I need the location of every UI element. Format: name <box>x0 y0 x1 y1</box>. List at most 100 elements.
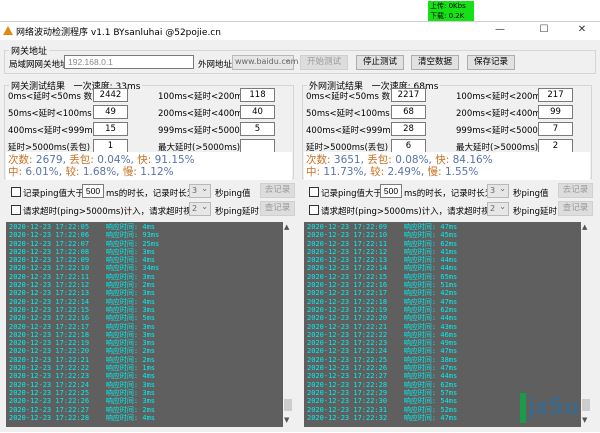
medium-label: 中: <box>306 166 321 178</box>
log-line: 2020-12-23 17:22:28 响应时间: 62ms <box>307 380 458 389</box>
download-speed: 下载: 0.2K <box>430 12 465 20</box>
log-line: 2020-12-23 17:22:14 响应时间: 4ms <box>9 297 156 306</box>
log-line: 2020-12-23 17:22:21 响应时间: 2ms <box>9 355 156 364</box>
ping-threshold-input[interactable] <box>82 184 104 198</box>
range-count: 99 <box>538 105 573 119</box>
slow-value: 1.12% <box>140 166 174 178</box>
range-label: 50ms<延时<100ms 数: <box>306 109 404 119</box>
stats-box: 次数: 2679, 丢包: 0.04%, 快: 91.15% 中: 6.01%,… <box>6 152 292 180</box>
log-line: 2020-12-23 17:22:12 响应时间: 41ms <box>307 247 458 256</box>
record-duration-select[interactable]: 3 <box>189 183 211 198</box>
log-line: 2020-12-23 17:22:24 响应时间: 3ms <box>9 380 156 389</box>
log-line: 2020-12-23 17:22:06 响应时间: 93ms <box>9 231 160 240</box>
range-count: 1 <box>93 139 128 153</box>
slower-value: 2.49%, <box>387 166 425 178</box>
upload-speed: 上传: 0Kbs <box>430 2 466 10</box>
fast-value: 84.16% <box>452 154 493 166</box>
range-count: 6 <box>391 139 426 153</box>
record-ping-checkbox[interactable] <box>11 187 21 197</box>
range-count: 49 <box>93 105 128 119</box>
view-record-button[interactable]: 查记录 <box>260 201 295 216</box>
range-count: 118 <box>240 88 275 102</box>
log-line: 2020-12-23 17:22:24 响应时间: 47ms <box>307 347 458 356</box>
count-label: 次数: <box>8 154 33 166</box>
log-line: 2020-12-23 17:22:26 响应时间: 3ms <box>9 397 156 406</box>
record-ping-label: 记录ping值大于 <box>23 189 85 199</box>
slower-label: 较: <box>65 166 80 178</box>
range-count: 40 <box>240 105 275 119</box>
view-record-button[interactable]: 查记录 <box>558 201 593 216</box>
medium-label: 中: <box>8 166 23 178</box>
scroll-up-icon[interactable]: ▲ <box>582 223 587 231</box>
timeout-count-checkbox[interactable] <box>309 205 319 215</box>
log-line: 2020-12-23 17:22:16 响应时间: 5ms <box>9 314 156 323</box>
timeout-count-checkbox[interactable] <box>11 205 21 215</box>
slower-label: 较: <box>370 166 385 178</box>
log-line: 2020-12-23 17:22:25 响应时间: 3ms <box>9 388 156 397</box>
range-count: 5 <box>240 122 275 136</box>
log-line: 2020-12-23 17:22:20 响应时间: 44ms <box>307 314 458 323</box>
loss-value: 0.08%, <box>395 154 432 166</box>
log-scrollbar[interactable]: ▲ ▼ <box>581 222 591 427</box>
fast-label: 快: <box>435 154 450 166</box>
ping-seconds-label: 秒ping值 <box>215 189 251 199</box>
go-record-button[interactable]: 去记录 <box>558 183 593 198</box>
record-duration-label: ms的时长，记录时长为 <box>404 189 494 199</box>
range-count: 2442 <box>93 88 128 102</box>
scroll-up-icon[interactable]: ▲ <box>284 223 289 231</box>
timeout-label: 请求超时(ping>5000ms)计入，请求超时视为 <box>23 207 201 217</box>
go-record-button[interactable]: 去记录 <box>260 183 295 198</box>
loss-value: 0.04%, <box>97 154 134 166</box>
scroll-down-icon[interactable]: ▼ <box>284 416 289 424</box>
slower-value: 1.68%, <box>82 166 120 178</box>
timeout-delay-label: 秒ping延时 <box>215 207 260 217</box>
fast-value: 91.15% <box>154 154 195 166</box>
log-line: 2020-12-23 17:22:22 响应时间: 46ms <box>307 330 458 339</box>
log-line: 2020-12-23 17:22:21 响应时间: 43ms <box>307 322 458 331</box>
loss-label: 丢包: <box>367 154 392 166</box>
ping-log[interactable]: 2020-12-23 17:22:05 响应时间: 4ms 2020-12-23 … <box>6 222 283 427</box>
range-count: 217 <box>538 88 573 102</box>
network-speed-overlay: 上传: 0Kbs 下载: 0.2K <box>428 1 474 22</box>
range-label: 0ms<延时<50ms 数: <box>306 92 393 102</box>
scroll-thumb[interactable] <box>284 399 292 411</box>
log-line: 2020-12-23 17:22:25 响应时间: 38ms <box>307 355 458 364</box>
stats-box: 次数: 3651, 丢包: 0.08%, 快: 84.16% 中: 11.73%… <box>304 152 590 180</box>
timeout-seconds-select[interactable]: 2 <box>189 201 211 216</box>
log-line: 2020-12-23 17:22:10 响应时间: 45ms <box>307 231 458 240</box>
log-line: 2020-12-23 17:22:18 响应时间: 47ms <box>307 297 458 306</box>
log-line: 2020-12-23 17:22:07 响应时间: 25ms <box>9 239 160 248</box>
count-label: 次数: <box>306 154 331 166</box>
medium-value: 11.73%, <box>323 166 367 178</box>
log-line: 2020-12-23 17:22:27 响应时间: 2ms <box>9 405 156 414</box>
timeout-delay-label: 秒ping延时 <box>513 207 558 217</box>
ping-seconds-label: 秒ping值 <box>513 189 549 199</box>
timeout-seconds-select[interactable]: 2 <box>487 201 509 216</box>
log-line: 2020-12-23 17:22:13 响应时间: 3ms <box>9 289 156 298</box>
range-count: 15 <box>93 122 128 136</box>
app-window: 网络波动检测程序 v1.1 BYsanluhai @52pojie.cn — ☐… <box>0 21 600 432</box>
log-line: 2020-12-23 17:22:20 响应时间: 2ms <box>9 347 156 356</box>
log-line: 2020-12-23 17:22:11 响应时间: 62ms <box>307 239 458 248</box>
record-duration-select[interactable]: 3 <box>487 183 509 198</box>
log-line: 2020-12-23 17:22:14 响应时间: 44ms <box>307 264 458 273</box>
record-ping-label: 记录ping值大于 <box>321 189 383 199</box>
slow-label: 慢: <box>427 166 442 178</box>
ping-threshold-input[interactable] <box>380 184 402 198</box>
watermark: jz5u <box>528 395 580 420</box>
range-count: 2217 <box>391 88 426 102</box>
log-scrollbar[interactable]: ▲ ▼ <box>283 222 293 427</box>
log-line: 2020-12-23 17:22:17 响应时间: 42ms <box>307 289 458 298</box>
loss-label: 丢包: <box>69 154 94 166</box>
watermark-logo-icon <box>520 393 526 423</box>
log-line: 2020-12-23 17:22:27 响应时间: 44ms <box>307 372 458 381</box>
log-line: 2020-12-23 17:22:15 响应时间: 65ms <box>307 272 458 281</box>
record-ping-checkbox[interactable] <box>309 187 319 197</box>
wan-panel: 外网测试结果 一次速度: 68ms 0ms<延时<50ms 数: 2217 10… <box>298 22 598 433</box>
scroll-down-icon[interactable]: ▼ <box>582 416 587 424</box>
record-duration-label: ms的时长，记录时长为 <box>106 189 196 199</box>
scroll-thumb[interactable] <box>582 399 590 411</box>
timeout-label: 请求超时(ping>5000ms)计入，请求超时视为 <box>321 207 499 217</box>
fast-label: 快: <box>137 154 152 166</box>
slow-value: 1.55% <box>444 166 479 178</box>
